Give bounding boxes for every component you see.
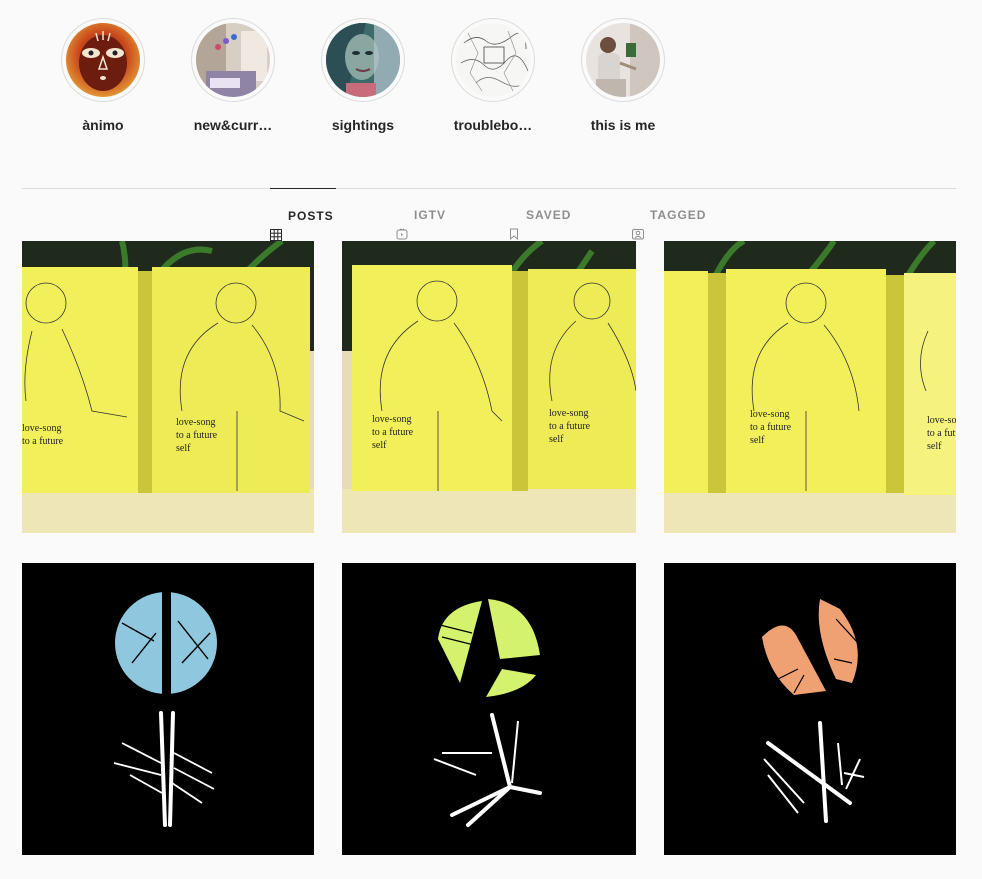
post-flower-blue[interactable] bbox=[22, 563, 314, 855]
zine-caption-line: to a future bbox=[549, 421, 591, 432]
igtv-icon bbox=[396, 209, 408, 240]
highlight-label: troublebo… bbox=[453, 117, 533, 133]
highlight-this-is-me[interactable]: this is me bbox=[558, 18, 688, 133]
post-zine-3[interactable]: love-song to a future self love-song to … bbox=[664, 241, 956, 533]
zine-caption-line: self bbox=[750, 435, 765, 446]
tab-label: SAVED bbox=[526, 208, 572, 222]
highlight-label: new&curr… bbox=[193, 117, 273, 133]
tab-label: IGTV bbox=[414, 208, 447, 222]
tab-posts[interactable]: POSTS bbox=[270, 188, 336, 241]
profile-tabs: POSTS IGTV SAVED TAGGED bbox=[22, 188, 956, 241]
bookmark-icon bbox=[508, 209, 520, 241]
highlight-ring[interactable] bbox=[321, 18, 405, 102]
zine-caption-line: to a future bbox=[750, 422, 792, 433]
grid-icon bbox=[270, 210, 282, 241]
face-mask-illustration-icon bbox=[66, 23, 140, 97]
painted-face-artwork-icon bbox=[326, 23, 400, 97]
highlight-troublebo[interactable]: troublebo… bbox=[428, 18, 558, 133]
highlight-label: this is me bbox=[590, 117, 656, 133]
zine-caption-line: to a future bbox=[22, 436, 64, 447]
sketch-map-drawing-icon bbox=[456, 23, 530, 97]
highlight-label: sightings bbox=[331, 117, 395, 133]
zine-caption-line: to a future bbox=[176, 430, 218, 441]
post-flower-orange[interactable] bbox=[664, 563, 956, 855]
zine-caption-line: love-song bbox=[927, 415, 956, 426]
zine-caption-line: self bbox=[372, 440, 387, 451]
tag-person-icon bbox=[632, 209, 644, 240]
tab-saved[interactable]: SAVED bbox=[508, 188, 571, 241]
zine-caption-line: self bbox=[927, 441, 942, 452]
post-zine-1[interactable]: love-song to a future love-song to a fut… bbox=[22, 241, 314, 533]
zine-caption-line: love-song bbox=[22, 423, 61, 434]
highlight-label: ànimo bbox=[82, 117, 124, 133]
tab-tagged[interactable]: TAGGED bbox=[632, 188, 706, 240]
story-highlights: ànimo new&curr… sightings troublebo… thi… bbox=[22, 18, 722, 148]
post-flower-green[interactable] bbox=[342, 563, 636, 855]
highlight-ring[interactable] bbox=[451, 18, 535, 102]
studio-room-photo-icon bbox=[196, 23, 270, 97]
highlight-sightings[interactable]: sightings bbox=[298, 18, 428, 133]
zine-caption-line: to a future bbox=[372, 427, 414, 438]
zine-caption-line: self bbox=[549, 434, 564, 445]
person-portrait-photo-icon bbox=[586, 23, 660, 97]
post-zine-2[interactable]: love-song to a future self love-song to … bbox=[342, 241, 636, 533]
zine-caption-line: self bbox=[176, 443, 191, 454]
tab-igtv[interactable]: IGTV bbox=[396, 188, 446, 240]
highlight-ring[interactable] bbox=[61, 18, 145, 102]
zine-caption-line: love-song bbox=[549, 408, 588, 419]
tab-label: POSTS bbox=[288, 208, 334, 223]
zine-caption-line: love-song bbox=[176, 417, 215, 428]
highlight-ring[interactable] bbox=[581, 18, 665, 102]
tab-label: TAGGED bbox=[650, 208, 707, 222]
zine-caption-line: to a future bbox=[927, 428, 956, 439]
zine-caption-line: love-song bbox=[750, 409, 789, 420]
highlight-ring[interactable] bbox=[191, 18, 275, 102]
highlight-new-curr[interactable]: new&curr… bbox=[168, 18, 298, 133]
highlight-animo[interactable]: ànimo bbox=[38, 18, 168, 133]
zine-caption-line: love-song bbox=[372, 414, 411, 425]
